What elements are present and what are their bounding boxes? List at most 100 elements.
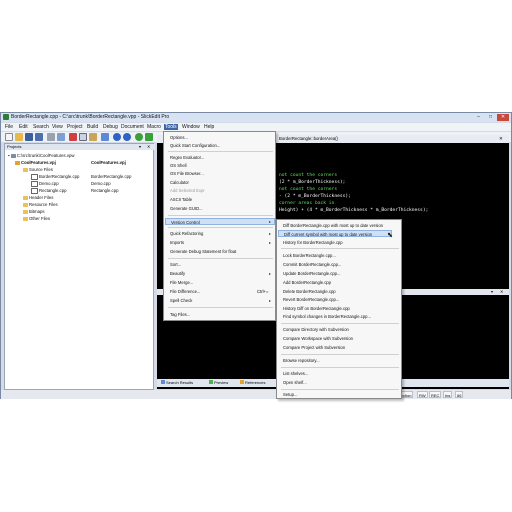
code-line: not count the corners xyxy=(279,187,338,192)
tree-item-file[interactable]: BorderRectangle.cpp xyxy=(31,174,79,180)
menu-help[interactable]: Help xyxy=(204,124,214,130)
menu-macro[interactable]: Macro xyxy=(147,124,161,130)
status-ins[interactable]: Ins xyxy=(443,391,453,398)
tab-references[interactable]: References xyxy=(240,379,265,387)
cut-icon[interactable] xyxy=(69,133,77,141)
menu-item-generate-debug[interactable]: Generate Debug Statement for float xyxy=(170,248,236,255)
tree-item-folder[interactable]: Header Files xyxy=(23,195,53,200)
menu-item-quick-start[interactable]: Quick Start Configuration... xyxy=(170,142,220,149)
editor-close-icon[interactable]: ✕ xyxy=(499,136,503,142)
tree-label: C:\src\trunk\CoolFeatures.vpw xyxy=(16,153,75,158)
save-all-icon[interactable] xyxy=(35,133,43,141)
save-icon[interactable] xyxy=(25,133,33,141)
vc-item[interactable]: Compare Project with Subversion xyxy=(283,344,345,351)
bookmark-icon[interactable] xyxy=(101,133,109,141)
menu-item-calculator[interactable]: Calculator xyxy=(170,179,189,186)
tree-item-folder[interactable]: Bitmaps xyxy=(23,209,45,214)
menu-window[interactable]: Window xyxy=(182,124,200,130)
menu-document[interactable]: Document xyxy=(121,124,144,130)
tree-item-file[interactable]: Rectangle.cpp xyxy=(31,188,66,194)
tree-item-source-files[interactable]: Source Files xyxy=(23,167,53,172)
tree-item-file[interactable]: Demo.cpp xyxy=(31,181,59,187)
menu-item-sort[interactable]: Sort... xyxy=(170,261,181,268)
menu-item-beautify[interactable]: Beautify xyxy=(170,270,185,277)
folder-icon xyxy=(23,167,28,172)
print-icon[interactable] xyxy=(47,133,55,141)
code-line: corner areas back in xyxy=(279,201,335,206)
menu-item-file-difference[interactable]: File Difference... xyxy=(170,288,200,295)
context-combo[interactable]: BorderRectangle::borderArea() xyxy=(279,136,338,141)
tab-search-results[interactable]: Search Results xyxy=(161,379,193,387)
side-label: Rectangle.cpp xyxy=(91,188,119,193)
menu-item-os-file-browser[interactable]: OS File Browser... xyxy=(170,170,204,177)
tab-preview[interactable]: Preview xyxy=(209,379,228,387)
menu-view[interactable]: View xyxy=(52,124,63,130)
tree-item-project[interactable]: CoolFeatures.vpj xyxy=(15,160,56,165)
menu-bar: File Edit Search View Project Build Debu… xyxy=(1,123,511,131)
maximize-button[interactable]: □ xyxy=(485,114,496,121)
menu-project[interactable]: Project xyxy=(67,124,83,130)
vc-item[interactable]: Delete BorderRectangle.cpp xyxy=(283,288,336,295)
menu-item-tag-files[interactable]: Tag Files... xyxy=(170,311,190,318)
status-rec[interactable]: REC xyxy=(429,391,442,398)
vc-item[interactable]: Commit BorderRectangle.cpp... xyxy=(283,261,341,268)
vc-item[interactable]: Browse repository... xyxy=(283,357,320,364)
panel-pin-icon[interactable]: ▾ xyxy=(491,289,493,294)
side-label: BorderRectangle.cpp xyxy=(91,174,132,179)
menu-item-regex-evaluator[interactable]: Regex Evaluator... xyxy=(170,154,204,161)
minimize-button[interactable]: – xyxy=(473,114,484,121)
status-column: 66 xyxy=(455,391,464,398)
menu-item-imports[interactable]: Imports xyxy=(170,239,184,246)
tree-item-workspace[interactable]: ▪ C:\src\trunk\CoolFeatures.vpw xyxy=(8,153,75,158)
menu-search[interactable]: Search xyxy=(33,124,49,130)
menu-edit[interactable]: Edit xyxy=(19,124,28,130)
vc-item[interactable]: Compare Directory with Subversion xyxy=(283,326,349,333)
find-icon[interactable] xyxy=(57,133,65,141)
file-icon xyxy=(31,188,38,194)
panel-pin-icon[interactable]: ▾ xyxy=(139,144,141,149)
menu-item-ascii-table[interactable]: ASCII Table xyxy=(170,196,192,203)
menu-tools[interactable]: Tools xyxy=(164,124,178,130)
new-file-icon[interactable] xyxy=(5,133,13,141)
tree-label: Bitmaps xyxy=(29,209,45,214)
menu-item-generate-guid[interactable]: Generate GUID... xyxy=(170,205,203,212)
vc-item[interactable]: History Diff on BorderRectangle.cpp xyxy=(283,305,350,312)
menu-item-version-control[interactable]: Version Control xyxy=(165,218,275,225)
menu-item-os-shell[interactable]: OS Shell xyxy=(170,162,187,169)
collapse-icon[interactable]: ▪ xyxy=(8,153,10,158)
build-icon[interactable] xyxy=(145,133,153,141)
menu-item-spell-check[interactable]: Spell Check xyxy=(170,297,192,304)
panel-close-icon[interactable]: ✕ xyxy=(500,289,503,294)
vc-item[interactable]: Add BorderRectangle.cpp xyxy=(283,279,331,286)
paste-icon[interactable] xyxy=(89,133,97,141)
redo-icon[interactable] xyxy=(123,133,131,141)
tree-item-folder[interactable]: Other Files xyxy=(23,216,50,221)
menu-build[interactable]: Build xyxy=(87,124,98,130)
close-button[interactable]: ✕ xyxy=(497,114,509,121)
undo-icon[interactable] xyxy=(113,133,121,141)
tree-label: Resource Files xyxy=(29,202,58,207)
copy-icon[interactable] xyxy=(79,133,87,141)
vc-item[interactable]: Diff BorderRectangle.cpp with most up to… xyxy=(283,222,383,229)
menu-item-quick-refactoring[interactable]: Quick Refactoring xyxy=(170,230,203,237)
menu-debug[interactable]: Debug xyxy=(103,124,118,130)
menu-item-file-merge[interactable]: File Merge... xyxy=(170,279,193,286)
open-folder-icon[interactable] xyxy=(15,133,23,141)
vc-item[interactable]: Compare Workspace with Subversion xyxy=(283,335,353,342)
vc-item[interactable]: History for BorderRectangle.cpp xyxy=(283,239,343,246)
vc-item[interactable]: List shelves... xyxy=(283,370,308,377)
vc-item[interactable]: Update BorderRectangle.cpp... xyxy=(283,270,341,277)
vc-item[interactable]: Revert BorderRectangle.cpp... xyxy=(283,296,339,303)
vc-item[interactable]: Open shelf... xyxy=(283,379,307,386)
vc-item-diff-symbol[interactable]: Diff current symbol with most up to date… xyxy=(278,230,392,237)
vc-item[interactable]: Setup... xyxy=(283,391,297,398)
vc-item[interactable]: Lock BorderRectangle.cpp... xyxy=(283,252,336,259)
menu-separator xyxy=(168,258,273,259)
status-rw[interactable]: RW xyxy=(417,391,428,398)
run-icon[interactable] xyxy=(135,133,143,141)
vc-item[interactable]: Find symbol changes in BorderRectangle.c… xyxy=(283,313,371,320)
panel-close-icon[interactable]: ✕ xyxy=(147,144,150,149)
menu-file[interactable]: File xyxy=(5,124,13,130)
tree-item-folder[interactable]: Resource Files xyxy=(23,202,58,207)
menu-item-options[interactable]: Options... xyxy=(170,134,188,141)
